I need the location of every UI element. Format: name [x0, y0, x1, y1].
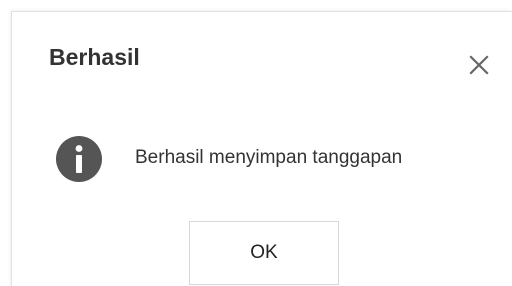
dialog-title: Berhasil	[49, 44, 140, 70]
dialog-message: Berhasil menyimpan tanggapan	[135, 147, 403, 168]
ok-button[interactable]: OK	[189, 221, 339, 285]
page: Berhasil Berhasil menyimpan tanggapan OK	[0, 0, 512, 286]
info-icon	[56, 136, 102, 182]
close-button[interactable]	[464, 50, 494, 80]
close-icon	[464, 50, 494, 80]
success-dialog: Berhasil Berhasil menyimpan tanggapan OK	[11, 11, 512, 286]
